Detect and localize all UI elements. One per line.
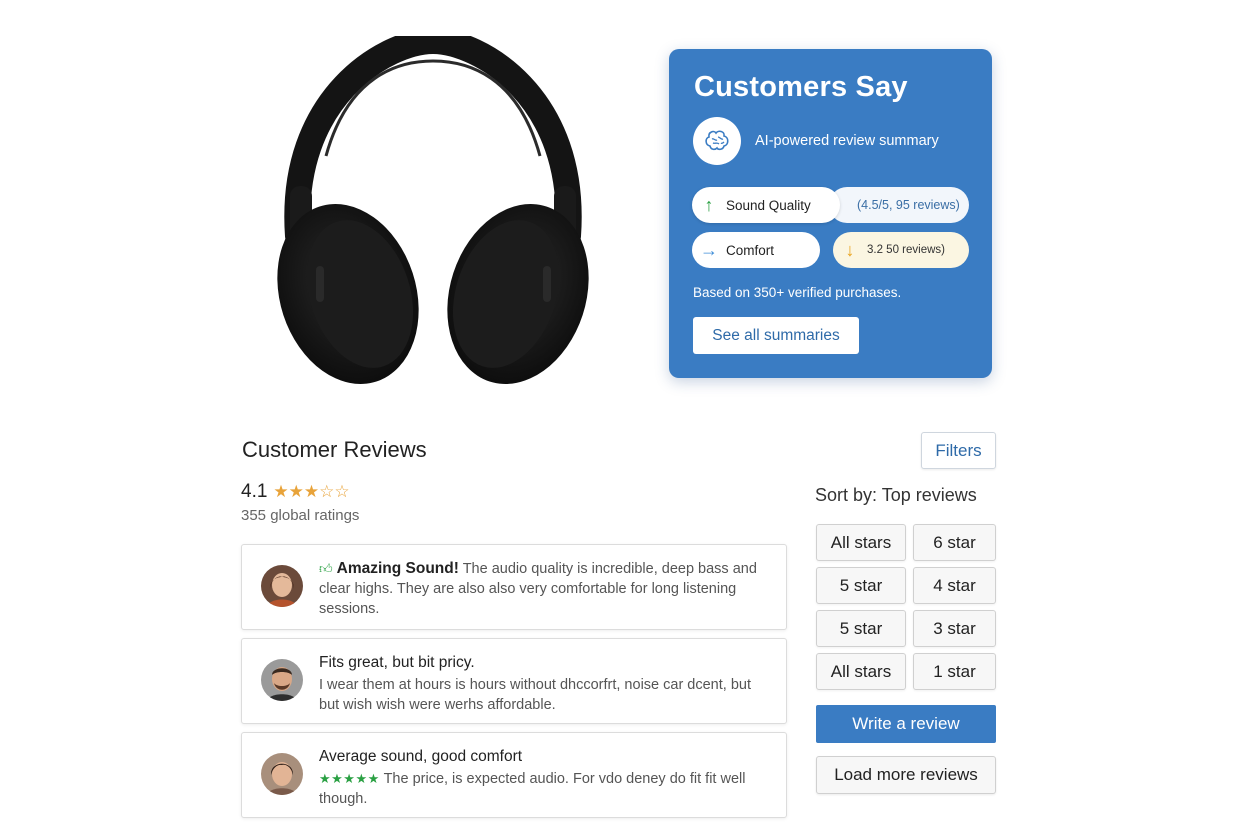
avatar-woman (261, 565, 303, 607)
review-body: I wear them at hours is hours without dh… (319, 677, 751, 713)
see-all-summaries-button[interactable]: See all summaries (693, 317, 859, 354)
product-image-headphones (277, 36, 589, 384)
star-filter-button[interactable]: 5 star (816, 567, 906, 604)
review-card: 👍︎ Amazing Sound! The audio quality is i… (241, 544, 787, 630)
review-card: Fits great, but bit pricy. I wear them a… (241, 638, 787, 724)
star-filter-button[interactable]: 1 star (913, 653, 996, 690)
review-stars-icon: ★★★★★ (319, 771, 380, 786)
average-rating: 4.1 ★★★☆☆ (241, 481, 350, 503)
filters-button[interactable]: Filters (921, 432, 996, 469)
aspect-label: Comfort (726, 242, 775, 258)
avatar-man (261, 659, 303, 701)
write-review-button[interactable]: Write a review (816, 705, 996, 743)
aspect-comfort[interactable]: → Comfort (692, 232, 820, 268)
star-filter-button[interactable]: 6 star (913, 524, 996, 561)
load-more-reviews-button[interactable]: Load more reviews (816, 756, 996, 794)
average-rating-value: 4.1 (241, 481, 268, 502)
arrow-right-icon: → (700, 239, 718, 260)
review-title: Fits great, but bit pricy. (319, 654, 475, 671)
review-body: The price, is expected audio. For vdo de… (319, 771, 746, 807)
star-filter-button[interactable]: 3 star (913, 610, 996, 647)
review-card: Average sound, good comfort ★★★★★ The pr… (241, 732, 787, 818)
avatar-woman-2 (261, 753, 303, 795)
review-title: Average sound, good comfort (319, 748, 523, 765)
ai-summary-label: AI-powered review summary (755, 133, 939, 149)
thumbs-up-icon: 👍︎ (319, 561, 333, 576)
customer-reviews-title: Customer Reviews (242, 437, 427, 462)
rating-stars-icon: ★★★☆☆ (273, 482, 350, 501)
sort-by-label[interactable]: Sort by: Top reviews (815, 485, 977, 506)
review-content: Fits great, but bit pricy. I wear them a… (319, 653, 774, 715)
customers-say-title: Customers Say (694, 71, 908, 103)
comfort-rating-text: 3.2 50 reviews) (867, 244, 945, 256)
star-filter-button[interactable]: 5 star (816, 610, 906, 647)
global-ratings-count: 355 global ratings (241, 507, 360, 524)
customers-say-card: Customers Say AI-powered review summary … (669, 49, 992, 378)
star-filter-button[interactable]: 4 star (913, 567, 996, 604)
review-title: Amazing Sound! (336, 560, 459, 577)
brain-icon (693, 117, 741, 165)
arrow-up-icon: ↑ (704, 194, 714, 215)
ai-summary-row: AI-powered review summary (693, 117, 939, 165)
comfort-rating: ↓ 3.2 50 reviews) (833, 232, 969, 268)
review-content: 👍︎ Amazing Sound! The audio quality is i… (319, 559, 774, 619)
sound-quality-rating-text: (4.5/5, 95 reviews) (857, 198, 960, 212)
star-filter-button[interactable]: All stars (816, 653, 906, 690)
review-content: Average sound, good comfort ★★★★★ The pr… (319, 747, 774, 809)
based-on-text: Based on 350+ verified purchases. (693, 285, 902, 300)
aspect-sound-quality[interactable]: ↑ Sound Quality (692, 187, 840, 223)
arrow-down-icon: ↓ (845, 239, 855, 260)
sound-quality-rating: (4.5/5, 95 reviews) (829, 187, 969, 223)
aspect-label: Sound Quality (726, 197, 811, 213)
star-filter-button[interactable]: All stars (816, 524, 906, 561)
